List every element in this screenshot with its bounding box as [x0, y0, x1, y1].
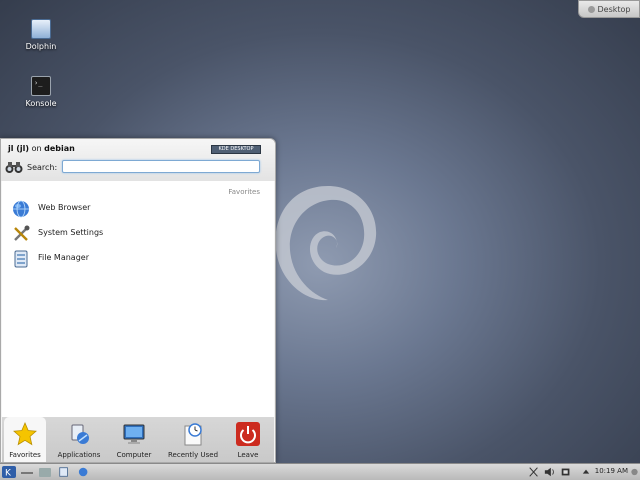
launcher-header: jl (jl) on debian KDE DESKTOP Search: — [1, 139, 275, 181]
tab-label: Computer — [116, 451, 152, 459]
favorite-label: System Settings — [38, 228, 104, 237]
favorites-section-title: Favorites — [228, 188, 260, 196]
user-host-label: jl (jl) on debian — [8, 144, 75, 153]
tab-leave[interactable]: Leave — [230, 417, 266, 462]
konsole-icon — [31, 76, 51, 96]
desktop-icon-dolphin[interactable]: Dolphin — [11, 19, 71, 51]
tab-label: Recently Used — [167, 451, 219, 459]
applications-icon — [71, 424, 89, 444]
tab-label: Applications — [57, 451, 101, 459]
scissors-icon[interactable] — [528, 466, 540, 478]
favorite-web-browser[interactable]: Web Browser — [10, 198, 260, 220]
debian-swirl-logo — [275, 186, 377, 301]
computer-icon — [123, 424, 145, 444]
favorites-list: Favorites Web Browser System Settings Fi… — [2, 181, 274, 417]
kde-menu-icon[interactable]: K — [2, 466, 16, 478]
favorite-label: Web Browser — [38, 203, 91, 212]
volume-icon[interactable] — [544, 466, 556, 478]
cashew-icon — [587, 6, 595, 13]
desktop-icon-label: Konsole — [25, 99, 57, 108]
tray-expand-icon[interactable] — [582, 466, 590, 478]
dolphin-icon — [31, 19, 51, 39]
favorite-system-settings[interactable]: System Settings — [10, 223, 260, 245]
panel-toolbox-icon[interactable] — [630, 466, 639, 478]
star-icon — [13, 421, 37, 446]
web-browser-launcher-icon[interactable] — [78, 466, 90, 478]
binoculars-icon — [5, 162, 23, 173]
activity-manager-icon[interactable] — [38, 466, 52, 478]
tab-label: Favorites — [9, 451, 41, 459]
search-label: Search: — [27, 163, 58, 172]
host-name: debian — [44, 144, 75, 153]
panel-clock[interactable]: 10:19 AM — [595, 467, 628, 475]
favorite-file-manager[interactable]: File Manager — [10, 248, 260, 270]
settings-tools-icon — [14, 225, 30, 241]
network-icon[interactable] — [560, 466, 572, 478]
application-launcher-menu: jl (jl) on debian KDE DESKTOP Search: Fa… — [0, 138, 276, 463]
globe-icon — [13, 200, 29, 218]
on-text: on — [31, 144, 42, 153]
desktop-toolbox-label: Desktop — [597, 5, 631, 14]
favorite-label: File Manager — [38, 253, 89, 262]
tab-applications[interactable]: Applications — [54, 417, 104, 462]
desktop-icon-label: Dolphin — [25, 42, 57, 51]
show-desktop-icon[interactable] — [20, 466, 34, 478]
bottom-panel: K 10:19 AM — [0, 463, 640, 480]
search-input[interactable] — [62, 160, 260, 173]
power-icon — [236, 422, 260, 446]
kde-desktop-badge: KDE DESKTOP — [211, 145, 261, 154]
tab-computer[interactable]: Computer — [112, 417, 156, 462]
desktop-toolbox-button[interactable]: Desktop — [578, 0, 640, 18]
user-name: jl (jl) — [8, 144, 30, 153]
desktop-icon-konsole[interactable]: Konsole — [11, 76, 71, 108]
launcher-tab-bar: Favorites Applications Computer Recently… — [2, 417, 274, 462]
file-manager-launcher-icon[interactable] — [58, 466, 70, 478]
tab-favorites[interactable]: Favorites — [4, 417, 46, 462]
clock-icon — [184, 423, 202, 446]
file-manager-icon — [14, 250, 28, 268]
tab-label: Leave — [237, 451, 259, 459]
tab-recently-used[interactable]: Recently Used — [164, 417, 222, 462]
